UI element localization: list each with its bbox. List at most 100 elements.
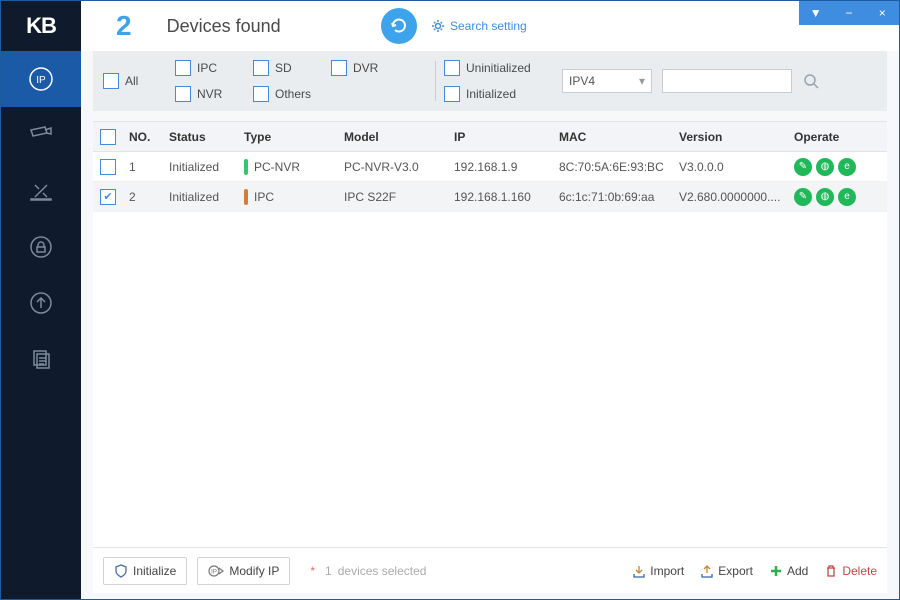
export-button[interactable]: Export [700,564,753,578]
row-checkbox[interactable] [100,189,116,205]
filterbar: All IPC SD DVR NVR Others Uninitialized … [93,51,887,111]
initialize-button[interactable]: Initialize [103,557,187,585]
shield-icon [114,564,128,578]
web-button[interactable]: e [838,188,856,206]
modify-ip-button[interactable]: IP Modify IP [197,557,290,585]
cell-no: 2 [129,190,169,204]
search-input[interactable] [662,69,792,93]
row-checkbox[interactable] [100,159,116,175]
search-setting-link[interactable]: Search setting [431,19,527,33]
nvr-checkbox[interactable] [175,86,191,102]
chevron-down-icon: ▾ [639,74,645,88]
select-all-checkbox[interactable] [100,129,116,145]
cell-version: V3.0.0.0 [679,160,794,174]
window-buttons: ▼ − × [799,1,899,25]
filter-sd-label: SD [275,61,292,75]
modify-ip-icon: IP [208,564,224,578]
titlebar: 2 Devices found Search setting ▼ − × [81,1,899,51]
svg-text:IP: IP [212,569,218,575]
minimize-window-button[interactable]: − [839,6,859,20]
select-value: IPV4 [569,74,595,88]
col-mac: MAC [559,130,679,144]
nav-docs[interactable] [1,331,81,387]
camera-icon [28,122,54,148]
dvr-checkbox[interactable] [331,60,347,76]
delete-button[interactable]: Delete [824,564,877,578]
logo: KB [1,1,81,51]
filter-all-label: All [125,74,175,88]
cell-operate: ✎◍e [794,158,881,176]
nav-upload[interactable] [1,275,81,331]
filter-ipc-label: IPC [197,61,217,75]
export-label: Export [718,564,753,578]
ipc-checkbox[interactable] [175,60,191,76]
col-model: Model [344,130,454,144]
modify-ip-label: Modify IP [229,564,279,578]
required-asterisk: * [310,564,315,578]
close-window-button[interactable]: × [872,6,892,20]
cell-version: V2.680.0000000.... [679,190,794,204]
add-label: Add [787,564,808,578]
cell-ip: 192.168.1.9 [454,160,559,174]
filter-nvr-label: NVR [197,87,222,101]
col-version: Version [679,130,794,144]
upload-icon [28,290,54,316]
cell-status: Initialized [169,160,244,174]
add-button[interactable]: Add [769,564,808,578]
uninit-checkbox[interactable] [444,60,460,76]
cell-mac: 6c:1c:71:0b:69:aa [559,190,679,204]
filter-uninit-label: Uninitialized [466,61,531,75]
refresh-icon [388,15,410,37]
sidebar: KB IP [1,1,81,599]
col-status: Status [169,130,244,144]
nav-ip[interactable]: IP [1,51,81,107]
nav-tools[interactable] [1,163,81,219]
table-row[interactable]: 2InitializedIPCIPC S22F192.168.1.1606c:1… [93,182,887,212]
search-icon [803,73,819,89]
info-button[interactable]: ◍ [816,188,834,206]
ip-icon: IP [27,65,55,93]
refresh-button[interactable] [381,8,417,44]
tools-icon [29,179,53,203]
sd-checkbox[interactable] [253,60,269,76]
import-icon [632,564,646,578]
selected-count: 1 [325,564,332,578]
svg-text:IP: IP [36,75,46,86]
cell-status: Initialized [169,190,244,204]
web-button[interactable]: e [838,158,856,176]
table-row[interactable]: 1InitializedPC-NVRPC-NVR-V3.0192.168.1.9… [93,152,887,182]
edit-button[interactable]: ✎ [794,158,812,176]
lock-refresh-icon [28,234,54,260]
ip-version-select[interactable]: IPV4 ▾ [562,69,652,93]
main: 2 Devices found Search setting ▼ − × All… [81,1,899,599]
device-count: 2 [116,10,132,42]
init-checkbox[interactable] [444,86,460,102]
info-button[interactable]: ◍ [816,158,834,176]
docs-icon [29,347,53,371]
footer: Initialize IP Modify IP * 1 devices sele… [93,547,887,593]
nav-camera[interactable] [1,107,81,163]
col-ip: IP [454,130,559,144]
nav-lock[interactable] [1,219,81,275]
selected-text: devices selected [338,564,427,578]
filter-separator [435,61,436,101]
all-checkbox[interactable] [103,73,119,89]
import-button[interactable]: Import [632,564,684,578]
device-table: NO. Status Type Model IP MAC Version Ope… [93,121,887,547]
filter-others-label: Others [275,87,311,101]
edit-button[interactable]: ✎ [794,188,812,206]
others-checkbox[interactable] [253,86,269,102]
col-type: Type [244,130,344,144]
filter-dvr-label: DVR [353,61,378,75]
page-title: Devices found [167,16,281,37]
table-header: NO. Status Type Model IP MAC Version Ope… [93,122,887,152]
initialize-label: Initialize [133,564,176,578]
search-setting-label: Search setting [450,19,527,33]
cell-model: IPC S22F [344,190,454,204]
cell-model: PC-NVR-V3.0 [344,160,454,174]
export-icon [700,564,714,578]
cell-type: IPC [244,189,344,205]
dropdown-window-button[interactable]: ▼ [806,6,826,20]
col-no: NO. [129,130,169,144]
search-button[interactable] [800,70,822,92]
